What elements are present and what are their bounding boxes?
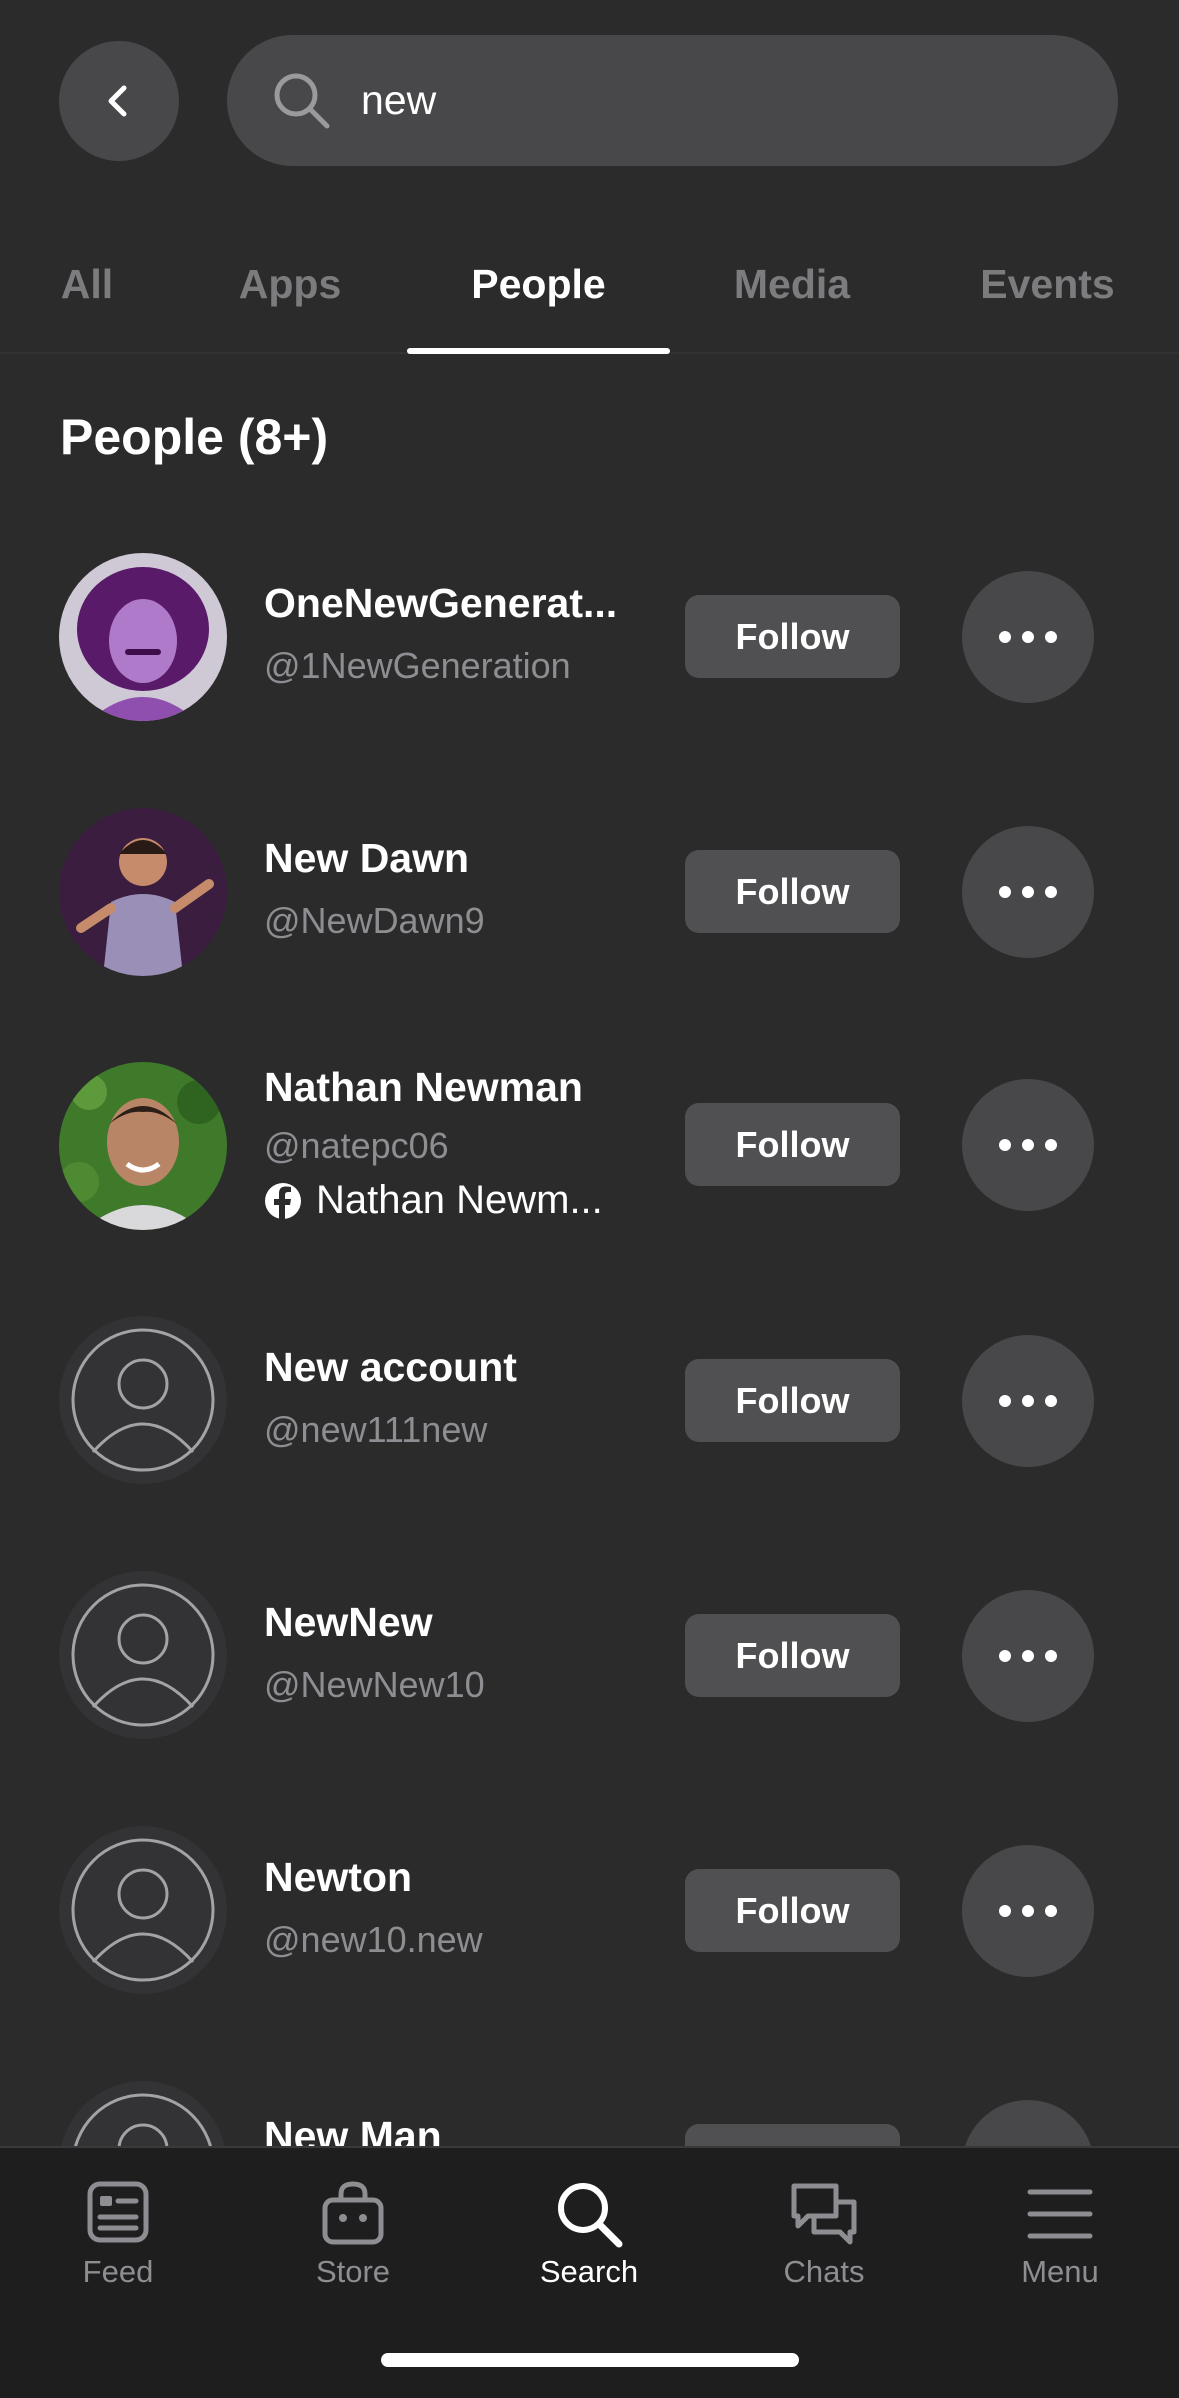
person-handle: @new10.new	[264, 1919, 483, 1960]
nav-label: Menu	[1021, 2254, 1099, 2289]
follow-button[interactable]: Follow	[685, 1359, 900, 1442]
person-handle: @new111new	[264, 1409, 488, 1450]
tab-media[interactable]: Media	[712, 232, 872, 352]
avatar-placeholder-icon	[59, 1571, 227, 1739]
list-item[interactable]: Newton @new10.new Follow	[0, 1826, 1179, 2056]
feed-icon	[87, 2181, 149, 2243]
chevron-left-icon	[108, 85, 127, 117]
back-button[interactable]	[59, 41, 179, 161]
search-bar[interactable]	[227, 35, 1118, 166]
person-name: OneNewGenerat...	[264, 580, 618, 626]
person-name: NewNew	[264, 1599, 433, 1645]
list-item[interactable]: New account @new111new Follow	[0, 1316, 1179, 1546]
more-options-button[interactable]	[962, 1335, 1094, 1467]
more-horizontal-icon	[999, 1650, 1057, 1662]
follow-button[interactable]: Follow	[685, 595, 900, 678]
follow-button[interactable]: Follow	[685, 1614, 900, 1697]
avatar	[59, 553, 227, 721]
tab-people[interactable]: People	[407, 232, 670, 354]
more-options-button[interactable]	[962, 1079, 1094, 1211]
more-options-button[interactable]	[962, 1845, 1094, 1977]
avatar	[59, 808, 227, 976]
nav-item-feed[interactable]: Feed	[18, 2148, 218, 2298]
person-handle: @1NewGeneration	[264, 645, 571, 686]
menu-icon	[1027, 2189, 1093, 2239]
more-options-button[interactable]	[962, 571, 1094, 703]
more-horizontal-icon	[999, 631, 1057, 643]
follow-button[interactable]: Follow	[685, 1869, 900, 1952]
person-name: New Dawn	[264, 835, 470, 881]
section-title: People (8+)	[60, 409, 329, 465]
more-options-button[interactable]	[962, 826, 1094, 958]
avatar-placeholder-icon	[59, 1826, 227, 1994]
more-horizontal-icon	[999, 886, 1057, 898]
avatar-placeholder-icon	[59, 1316, 227, 1484]
list-item[interactable]: Nathan Newman @natepc06 Nathan Newm... F…	[0, 1030, 1179, 1300]
tab-all[interactable]: All	[40, 232, 134, 352]
nav-item-chats[interactable]: Chats	[724, 2148, 924, 2298]
tab-apps[interactable]: Apps	[220, 232, 360, 352]
chats-icon	[791, 2183, 857, 2245]
more-horizontal-icon	[999, 1395, 1057, 1407]
nav-item-search[interactable]: Search	[489, 2148, 689, 2298]
nav-label: Feed	[82, 2254, 154, 2289]
person-name: New account	[264, 1344, 517, 1390]
person-name: Newton	[264, 1854, 413, 1900]
store-icon	[322, 2181, 384, 2245]
more-horizontal-icon	[999, 1905, 1057, 1917]
list-item[interactable]: New Dawn @NewDawn9 Follow	[0, 775, 1179, 1005]
follow-button[interactable]: Follow	[685, 1103, 900, 1186]
nav-item-store[interactable]: Store	[253, 2148, 453, 2298]
avatar	[59, 1062, 227, 1230]
facebook-link: Nathan Newm...	[264, 1178, 644, 1223]
nav-label: Store	[315, 2254, 391, 2289]
nav-label: Search	[539, 2254, 639, 2289]
tab-events[interactable]: Events	[960, 232, 1135, 352]
nav-label: Chats	[783, 2254, 865, 2289]
facebook-icon	[265, 1182, 301, 1220]
more-options-button[interactable]	[962, 1590, 1094, 1722]
search-icon	[558, 2183, 623, 2248]
person-handle: @natepc06	[264, 1125, 449, 1166]
list-item[interactable]: OneNewGenerat... @1NewGeneration Follow	[0, 520, 1179, 750]
nav-item-menu[interactable]: Menu	[960, 2148, 1160, 2298]
search-input[interactable]	[361, 77, 1061, 124]
home-indicator	[381, 2353, 799, 2367]
facebook-name: Nathan Newm...	[316, 1178, 603, 1222]
search-icon	[267, 66, 337, 136]
person-name: Nathan Newman	[264, 1064, 583, 1110]
list-item[interactable]: NewNew @NewNew10 Follow	[0, 1571, 1179, 1801]
person-handle: @NewNew10	[264, 1664, 485, 1705]
search-tabs: All Apps People Media Events	[0, 232, 1179, 354]
more-horizontal-icon	[999, 1139, 1057, 1151]
person-handle: @NewDawn9	[264, 900, 485, 941]
follow-button[interactable]: Follow	[685, 850, 900, 933]
